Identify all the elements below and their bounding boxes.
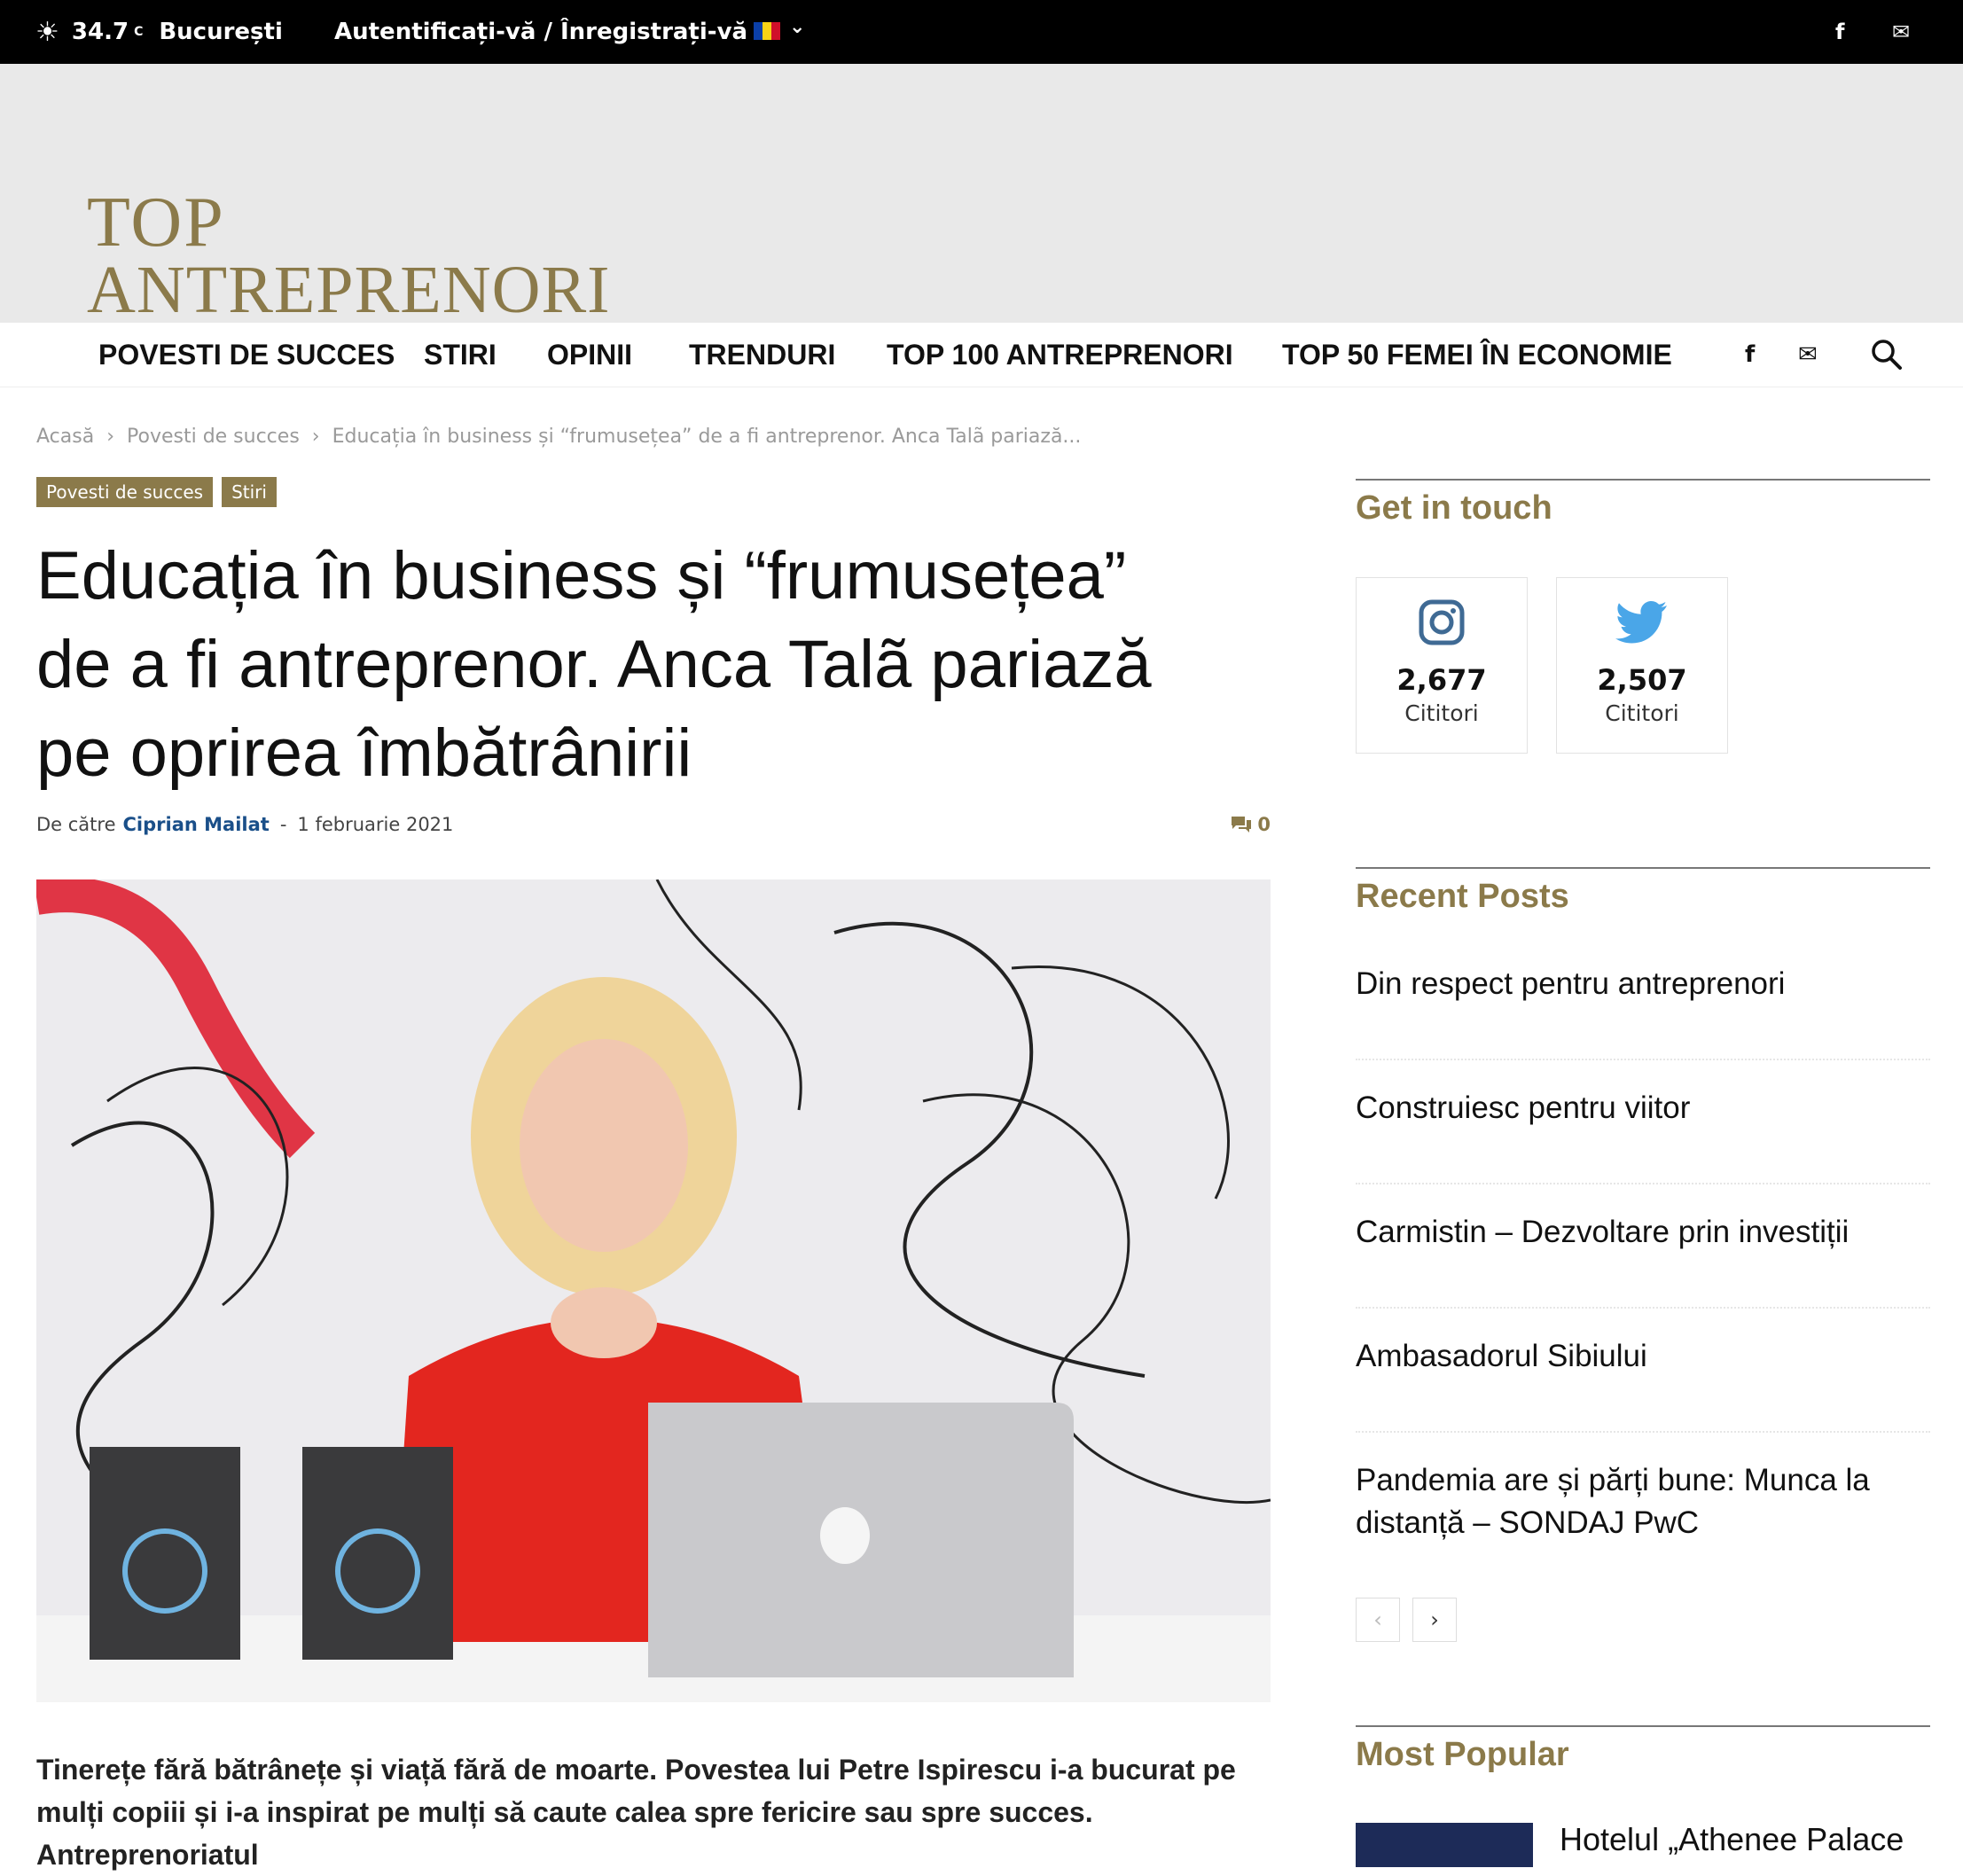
- recent-post-link[interactable]: Pandemia are și părți bune: Munca la dis…: [1356, 1459, 1930, 1544]
- article-hero-image: [36, 879, 1271, 1702]
- mail-icon[interactable]: ✉: [1798, 323, 1818, 387]
- instagram-counter[interactable]: 2,677 Cititori: [1356, 577, 1528, 754]
- tag-povesti-de-succes[interactable]: Povesti de succes: [36, 477, 214, 507]
- article-tags: Povesti de succes Stiri: [36, 477, 277, 507]
- article-title-line: Educația în business și “frumusețea”: [36, 538, 1127, 614]
- hero-illustration: [36, 879, 1271, 1702]
- twitter-count: 2,507: [1597, 663, 1687, 697]
- breadcrumb-category[interactable]: Povesti de succes: [127, 426, 300, 448]
- article-intro: Tinerețe fără bătrânețe și viață fără de…: [36, 1748, 1278, 1876]
- nav-item-trenduri[interactable]: TRENDURI: [689, 323, 835, 387]
- nav-item-opinii[interactable]: OPINII: [547, 323, 632, 387]
- chevron-down-icon[interactable]: ⌄: [789, 16, 805, 38]
- article-date: 1 februarie 2021: [297, 814, 454, 835]
- widget-title-recent-posts: Recent Posts: [1356, 878, 1569, 915]
- breadcrumb-separator: ›: [106, 426, 114, 448]
- byline-prefix: De către: [36, 814, 116, 835]
- instagram-icon-svg: [1419, 599, 1465, 645]
- recent-divider: [1356, 1183, 1930, 1184]
- mail-icon[interactable]: ✉: [1892, 0, 1910, 64]
- recent-post-link[interactable]: Carmistin – Dezvoltare prin investiții: [1356, 1211, 1930, 1254]
- nav-item-stiri[interactable]: STIRI: [424, 323, 497, 387]
- instagram-label: Cititori: [1404, 700, 1479, 726]
- recent-divider: [1356, 1059, 1930, 1060]
- comments-number: 0: [1257, 814, 1271, 835]
- comments-count[interactable]: 0: [1231, 814, 1271, 835]
- twitter-icon-svg: [1615, 601, 1667, 644]
- recent-divider: [1356, 1431, 1930, 1433]
- facebook-icon[interactable]: f: [1835, 0, 1844, 64]
- popular-post-title[interactable]: Hotelul „Athenee Palace: [1560, 1821, 1904, 1858]
- login-register-link[interactable]: Autentificați-vă / Înregistrați-vă: [334, 0, 747, 64]
- prev-page-button[interactable]: ‹: [1356, 1598, 1400, 1642]
- main-nav: POVESTI DE SUCCES STIRI OPINII TRENDURI …: [0, 323, 1963, 387]
- recent-post-link[interactable]: Din respect pentru antreprenori: [1356, 963, 1930, 1005]
- temperature-unit: C: [134, 25, 144, 39]
- logo-line-2: ANTREPRENORI: [87, 253, 611, 328]
- sun-icon: ☀: [35, 16, 59, 48]
- twitter-icon: [1557, 596, 1727, 649]
- next-page-button[interactable]: ›: [1412, 1598, 1457, 1642]
- article-title-line: de a fi antreprenor. Anca Talã pariază: [36, 627, 1152, 702]
- widget-title-most-popular: Most Popular: [1356, 1736, 1569, 1773]
- widget-title-get-in-touch: Get in touch: [1356, 489, 1552, 527]
- twitter-label: Cititori: [1605, 700, 1679, 726]
- temperature: 34.7: [71, 19, 129, 45]
- recent-post-title: Ambasadorul Sibiului: [1356, 1339, 1647, 1373]
- recent-post-title: Pandemia are și părți bune: Munca la: [1356, 1463, 1870, 1497]
- instagram-icon: [1357, 596, 1527, 649]
- article-meta: De către Ciprian Mailat -1 februarie 2021 …: [36, 814, 1271, 835]
- recent-post-link[interactable]: Construiesc pentru viitor: [1356, 1087, 1930, 1130]
- city: București: [159, 19, 283, 45]
- intro-line: Tinerețe fără bătrânețe și viață fără de…: [36, 1754, 1236, 1786]
- nav-item-povesti-de-succes[interactable]: POVESTI DE SUCCES: [98, 323, 395, 387]
- flag-stripe-yellow: [763, 22, 771, 40]
- recent-post-title: distanță – SONDAJ PwC: [1356, 1505, 1700, 1540]
- breadcrumb-separator: ›: [311, 426, 320, 448]
- popular-post-thumbnail[interactable]: [1356, 1823, 1533, 1867]
- widget-rule: [1356, 867, 1930, 869]
- site-logo[interactable]: TOP ANTREPRENORI: [87, 184, 611, 328]
- search-icon[interactable]: [1871, 323, 1903, 387]
- recent-post-title: Carmistin – Dezvoltare prin investiții: [1356, 1215, 1850, 1249]
- widget-rule: [1356, 1725, 1930, 1727]
- recent-post-title: Construiesc pentru viitor: [1356, 1090, 1691, 1125]
- instagram-count: 2,677: [1396, 663, 1487, 697]
- breadcrumb-current: Educația în business și “frumusețea” de …: [332, 426, 1082, 448]
- recent-post-title: Din respect pentru antreprenori: [1356, 966, 1786, 1001]
- article-title: Educația în business și “frumusețea” de …: [36, 532, 1295, 798]
- breadcrumb-home[interactable]: Acasă: [36, 426, 94, 448]
- facebook-icon[interactable]: f: [1745, 323, 1755, 387]
- meta-dash: -: [279, 814, 287, 835]
- flag-stripe-blue: [754, 22, 763, 40]
- logo-line-1: TOP: [87, 184, 225, 262]
- recent-divider: [1356, 1307, 1930, 1309]
- twitter-counter[interactable]: 2,507 Cititori: [1556, 577, 1728, 754]
- site-header: TOP ANTREPRENORI: [0, 64, 1963, 328]
- language-flag-icon[interactable]: [754, 22, 780, 40]
- widget-rule: [1356, 479, 1930, 481]
- tag-stiri[interactable]: Stiri: [222, 477, 277, 507]
- weather-widget: ☀ 34.7 C București: [35, 0, 283, 64]
- search-icon-svg: [1872, 340, 1902, 370]
- top-bar: ☀ 34.7 C București Autentificați-vă / În…: [0, 0, 1963, 64]
- article-title-line: pe oprirea îmbătrânirii: [36, 715, 692, 791]
- comment-icon: [1232, 817, 1252, 832]
- recent-post-link[interactable]: Ambasadorul Sibiului: [1356, 1335, 1930, 1378]
- flag-stripe-red: [771, 22, 780, 40]
- nav-item-top-50-femei[interactable]: TOP 50 FEMEI ÎN ECONOMIE: [1282, 323, 1672, 387]
- author-link[interactable]: Ciprian Mailat: [123, 814, 270, 835]
- breadcrumb: Acasă › Povesti de succes › Educația în busi…: [36, 426, 1081, 448]
- nav-item-top-100-antreprenori[interactable]: TOP 100 ANTREPRENORI: [887, 323, 1233, 387]
